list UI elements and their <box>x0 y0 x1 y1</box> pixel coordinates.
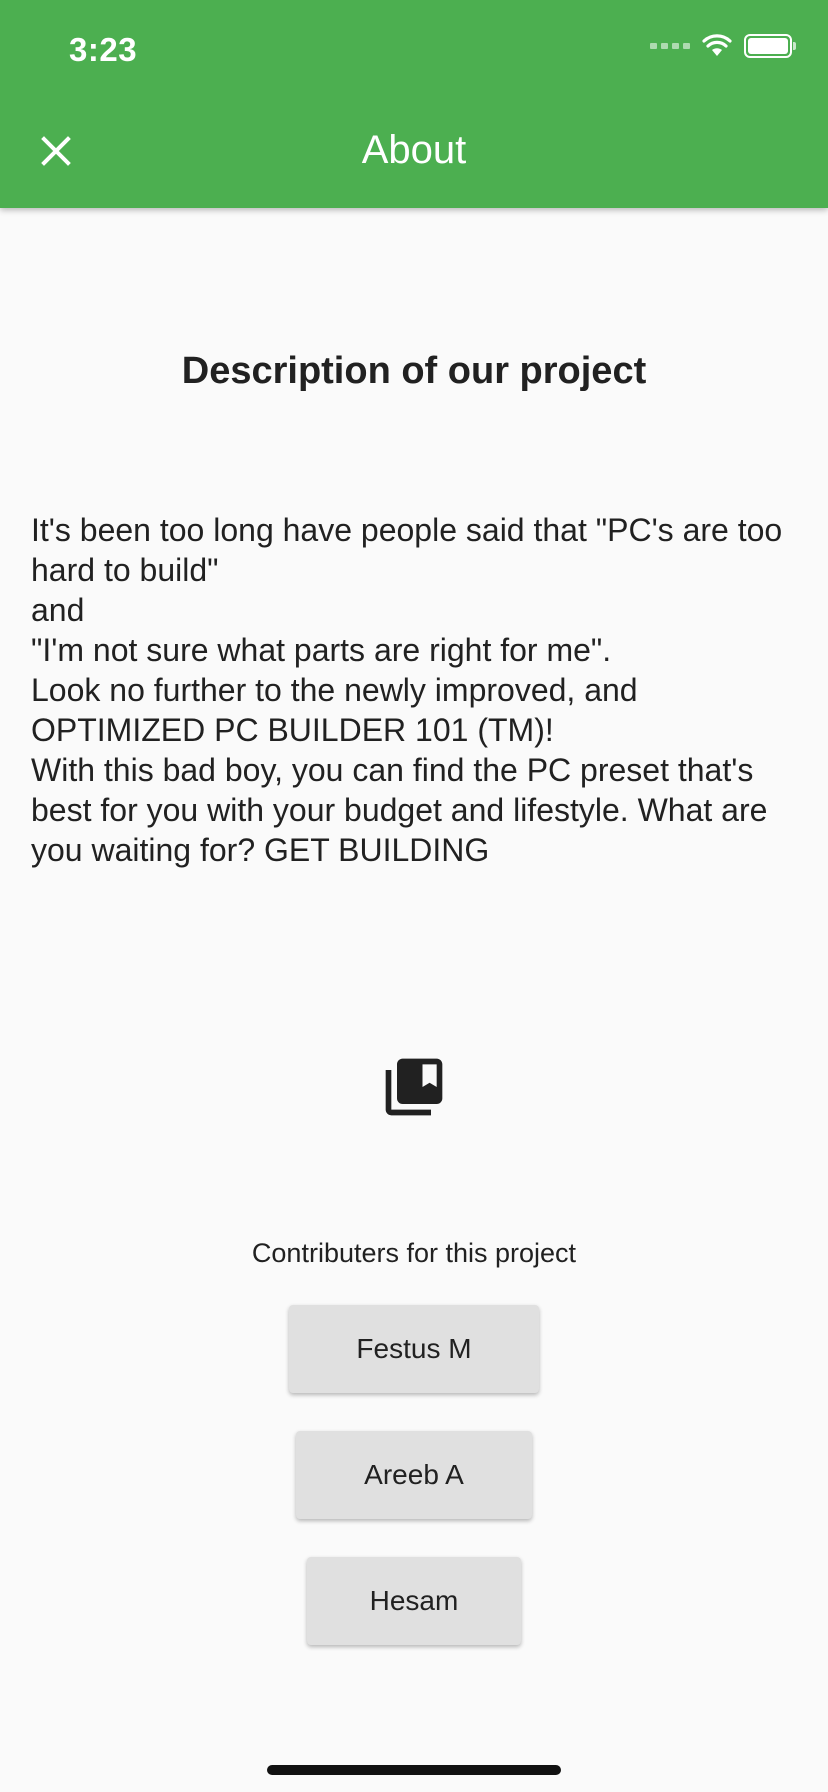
battery-icon <box>744 34 796 58</box>
wifi-icon <box>702 34 732 56</box>
description-heading: Description of our project <box>181 350 647 392</box>
signal-icon <box>650 43 690 49</box>
status-time: 3:23 <box>69 31 138 68</box>
collections-bookmark-icon <box>385 1058 443 1116</box>
page-title: About <box>361 128 467 172</box>
contributor-button-areeb[interactable]: Areeb A <box>296 1431 532 1519</box>
project-description: It's been too long have people said that… <box>31 512 783 868</box>
app-bar: 3:23 About <box>0 0 828 208</box>
contributors-label: Contributers for this project <box>251 1238 577 1268</box>
contributor-button-hesam[interactable]: Hesam <box>307 1557 521 1645</box>
contributor-button-festus[interactable]: Festus M <box>289 1305 539 1393</box>
home-indicator[interactable] <box>267 1765 561 1775</box>
status-icons <box>650 34 796 58</box>
